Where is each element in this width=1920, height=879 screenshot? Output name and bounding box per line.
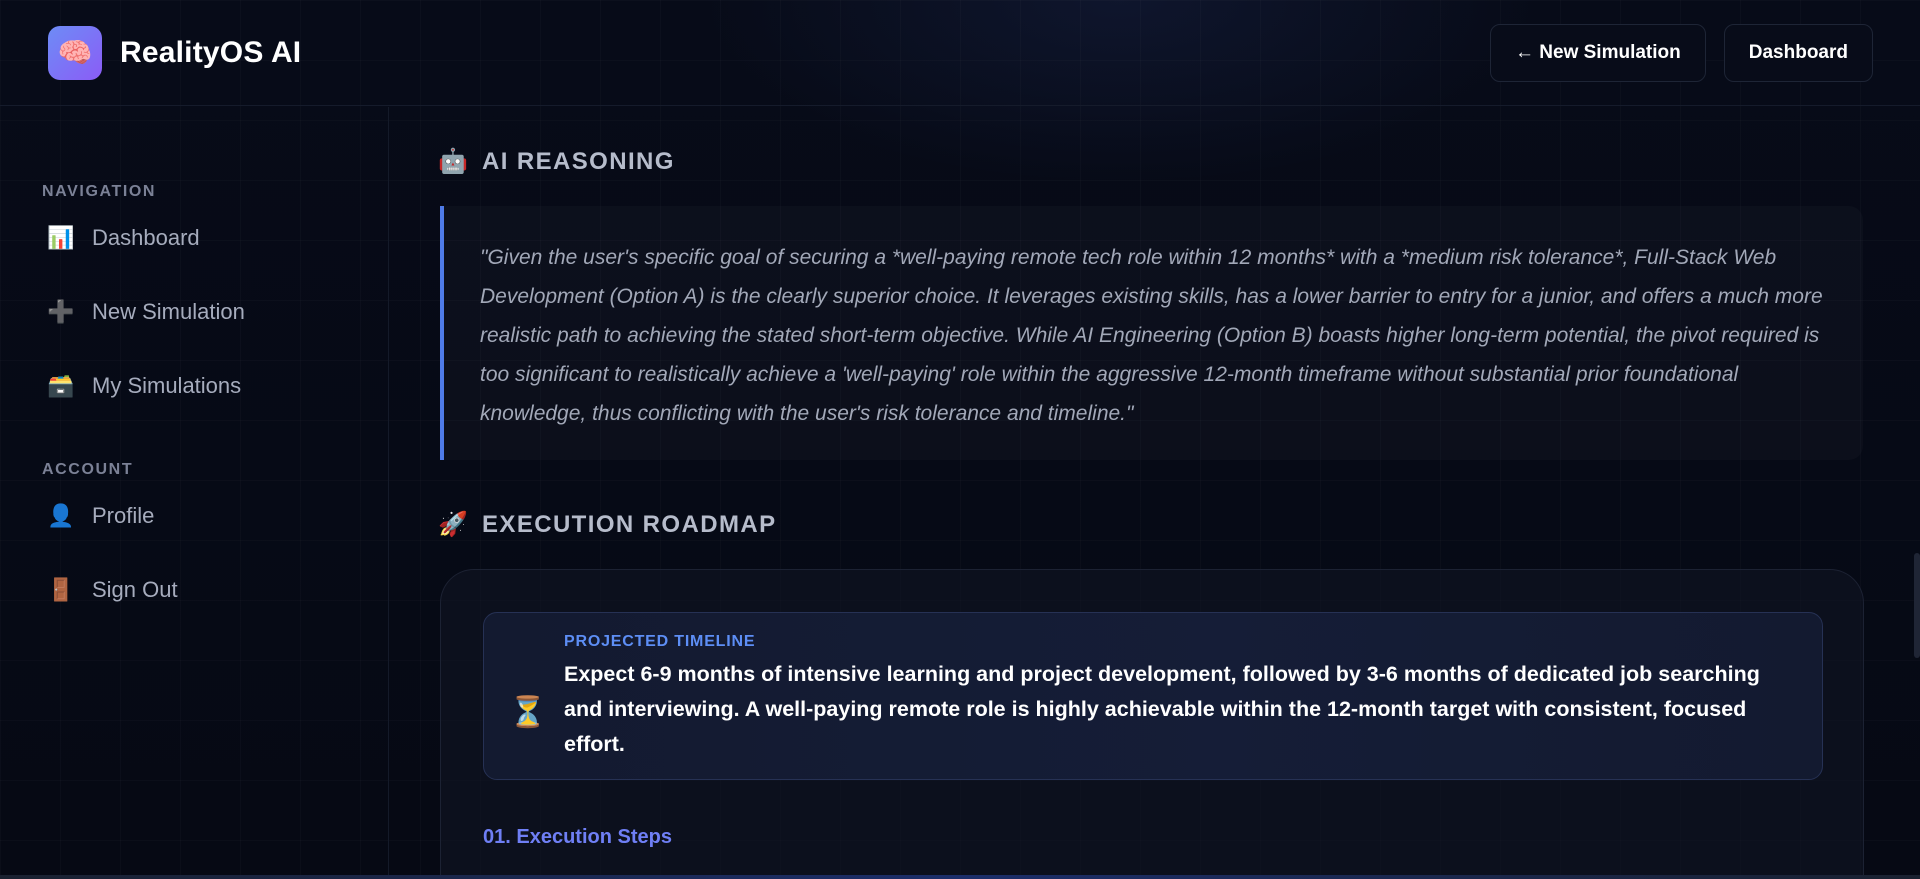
hourglass-icon: ⏳ <box>509 696 547 729</box>
ai-reasoning-heading: 🤖 AI REASONING <box>438 147 1863 176</box>
robot-icon: 🤖 <box>438 148 470 175</box>
brain-logo-icon: 🧠 <box>48 25 102 80</box>
bar-chart-icon: 📊 <box>47 225 75 250</box>
bottom-divider <box>0 875 1920 879</box>
sidebar-item-label: My Simulations <box>92 373 242 398</box>
app-name: RealityOS AI <box>120 35 302 69</box>
dashboard-button[interactable]: Dashboard <box>1723 23 1873 82</box>
user-icon: 👤 <box>47 503 75 528</box>
sidebar-item-new-simulation[interactable]: ➕ New Simulation <box>0 287 388 337</box>
sidebar-item-label: Profile <box>92 503 155 528</box>
execution-roadmap-heading: 🚀 EXECUTION ROADMAP <box>438 510 1863 539</box>
reasoning-quote-box: "Given the user's specific goal of secur… <box>440 206 1863 460</box>
new-simulation-button[interactable]: ← New Simulation <box>1490 23 1706 82</box>
header-actions: ← New Simulation Dashboard <box>1490 23 1873 82</box>
door-icon: 🚪 <box>47 577 75 602</box>
account-section-title: ACCOUNT <box>42 461 134 478</box>
plus-icon: ➕ <box>47 299 75 324</box>
sidebar-item-label: Dashboard <box>92 225 200 250</box>
top-header: 🧠 RealityOS AI ← New Simulation Dashboar… <box>0 0 1920 106</box>
execution-roadmap-title: EXECUTION ROADMAP <box>482 510 777 538</box>
projected-timeline-text: Expect 6-9 months of intensive learning … <box>564 662 1760 756</box>
brand[interactable]: 🧠 RealityOS AI <box>48 25 302 80</box>
roadmap-card: ⏳ PROJECTED TIMELINE Expect 6-9 months o… <box>440 569 1864 879</box>
sidebar: NAVIGATION 📊 Dashboard ➕ New Simulation … <box>0 107 389 879</box>
ai-reasoning-title: AI REASONING <box>482 147 675 175</box>
reasoning-quote-text: "Given the user's specific goal of secur… <box>480 246 1823 425</box>
sidebar-item-my-simulations[interactable]: 🗃️ My Simulations <box>0 361 388 411</box>
sidebar-item-label: Sign Out <box>92 577 178 602</box>
projected-timeline-label: PROJECTED TIMELINE <box>564 633 756 650</box>
sidebar-item-profile[interactable]: 👤 Profile <box>0 491 388 541</box>
sidebar-item-dashboard[interactable]: 📊 Dashboard <box>0 213 388 263</box>
page-scrollbar[interactable] <box>1914 553 1920 658</box>
main-content[interactable]: 🤖 AI REASONING "Given the user's specifi… <box>390 107 1920 879</box>
timeline-content: PROJECTED TIMELINE Expect 6-9 months of … <box>564 633 1792 762</box>
card-file-box-icon: 🗃️ <box>47 373 75 398</box>
sidebar-item-label: New Simulation <box>92 299 245 324</box>
execution-steps-title: 01. Execution Steps <box>483 826 672 848</box>
navigation-section-title: NAVIGATION <box>42 183 157 200</box>
sidebar-item-sign-out[interactable]: 🚪 Sign Out <box>0 565 388 615</box>
projected-timeline-box: ⏳ PROJECTED TIMELINE Expect 6-9 months o… <box>483 612 1823 780</box>
rocket-icon: 🚀 <box>438 511 470 538</box>
app-root: 🧠 RealityOS AI ← New Simulation Dashboar… <box>0 0 1920 879</box>
